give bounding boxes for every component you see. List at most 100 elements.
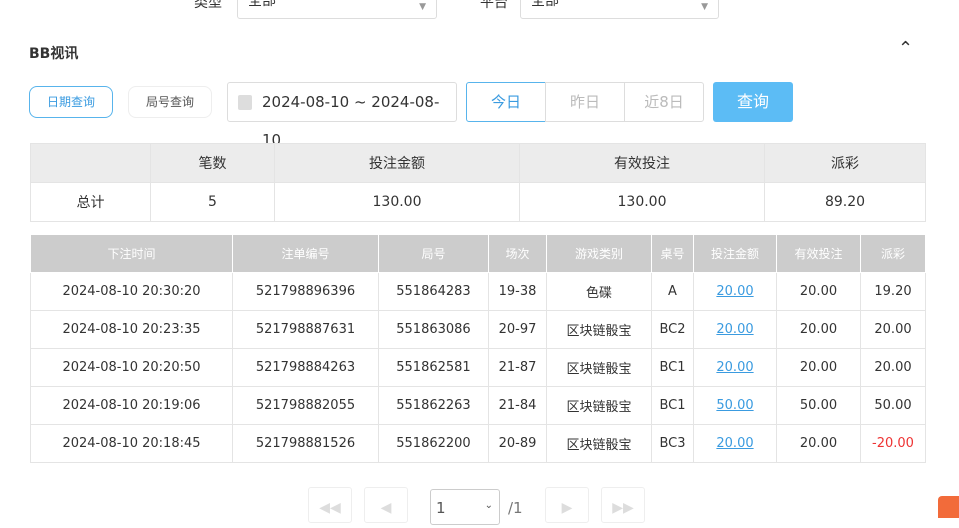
prev-page-button[interactable]: ◀ [364,487,408,523]
summary-header-row: 笔数 投注金额 有效投注 派彩 [30,143,926,183]
cell-value: 区块链骰宝 [566,323,632,339]
cell-value: 551862263 [396,397,471,413]
table-cell: 551862200 [378,423,489,463]
cell-value: 521798884263 [255,359,356,375]
next-page-button[interactable]: ▶ [545,487,589,523]
table-cell: 551864283 [378,271,489,311]
last-page-button[interactable]: ▶▶ [601,487,645,523]
table-cell: 21-87 [488,347,547,387]
cell-value: 20-97 [498,321,537,337]
platform-filter-label: 平台 [480,0,508,11]
table-cell: A [651,271,694,311]
today-button[interactable]: 今日 [466,82,546,122]
table-cell: BC1 [651,385,694,425]
table-cell: 20.00 [776,347,861,387]
table-cell: 区块链骰宝 [546,423,652,463]
table-cell: 551863086 [378,309,489,349]
tab-date-query[interactable]: 日期查询 [29,86,113,118]
cell-value: 区块链骰宝 [566,437,632,453]
bet-amount-link[interactable]: 50.00 [716,398,753,413]
cell-value: 19.20 [874,283,912,299]
table-cell: 20.00 [693,423,777,463]
collapse-chevron-icon[interactable]: ⌃ [898,38,913,59]
summary-header-cell: 笔数 [150,143,275,183]
cell-value: 20.00 [799,283,838,299]
table-cell: 551862263 [378,385,489,425]
summary-header-cell: 有效投注 [519,143,765,183]
cell-value: 21-87 [498,359,537,375]
table-cell: 521798882055 [232,385,379,425]
cell-value: 色碟 [585,285,612,301]
cell-value: 521798882055 [255,397,356,413]
date-range-value: 2024-08-10 ~ 2024-08-10 [262,93,440,149]
table-cell: 19-38 [488,271,547,311]
cell-value: 区块链骰宝 [566,361,632,377]
table-cell: 20.00 [776,309,861,349]
table-cell: 50.00 [776,385,861,425]
table-cell: 521798896396 [232,271,379,311]
summary-cell: 89.20 [764,182,926,222]
table-cell: BC2 [651,309,694,349]
cell-value: 551862200 [396,435,471,451]
cell-value: 2024-08-10 20:20:50 [62,359,201,375]
platform-select[interactable]: 全部 ▼ [520,0,719,19]
details-header-cell: 局号 [378,235,489,273]
first-page-button[interactable]: ◀◀ [308,487,352,523]
table-cell: 20.00 [860,309,926,349]
cell-value: 2024-08-10 20:19:06 [62,397,201,413]
cell-value: 551862581 [396,359,471,375]
page-select[interactable]: 1 ⌄ [430,489,500,525]
cell-value: BC1 [659,359,686,375]
details-header-row: 下注时间 注单编号 局号 场次 游戏类别 桌号 投注金额 有效投注 派彩 [30,235,926,273]
table-cell: 色碟 [546,271,652,311]
cell-value: 50.00 [874,397,912,413]
section-title: BB视讯 [29,46,79,62]
table-cell: 区块链骰宝 [546,309,652,349]
table-row: 2024-08-10 20:19:06 521798882055 551862263… [30,385,926,425]
chevron-down-icon: ⌄ [484,500,493,511]
table-row: 2024-08-10 20:30:20 521798896396 551864283… [30,271,926,311]
cell-value: 2024-08-10 20:18:45 [62,435,201,451]
last-8-days-button[interactable]: 近8日 [624,82,704,122]
cell-value: 20.00 [799,435,838,451]
query-button[interactable]: 查询 [713,82,793,122]
date-range-input[interactable]: 2024-08-10 ~ 2024-08-10 [227,82,457,149]
platform-select-value: 全部 [531,0,559,9]
details-header-cell: 下注时间 [30,235,233,273]
cell-value: 20.00 [874,359,912,375]
cell-value: 区块链骰宝 [566,399,632,415]
cell-value: 2024-08-10 20:23:35 [62,321,201,337]
summary-header-cell: 派彩 [764,143,926,183]
cell-value: 551864283 [396,283,471,299]
cell-value: 521798896396 [255,283,356,299]
bet-amount-link[interactable]: 20.00 [716,360,753,375]
tab-round-query[interactable]: 局号查询 [128,86,212,118]
summary-table: 笔数 投注金额 有效投注 派彩 总计 5 130.00 130.00 89.20 [30,143,926,222]
details-header-cell: 游戏类别 [546,235,652,273]
bet-amount-link[interactable]: 20.00 [716,284,753,299]
table-cell: 20-89 [488,423,547,463]
details-header-cell: 场次 [488,235,547,273]
table-cell: 20-97 [488,309,547,349]
yesterday-button[interactable]: 昨日 [545,82,625,122]
table-cell: 20.00 [776,423,861,463]
table-cell: 2024-08-10 20:20:50 [30,347,233,387]
cell-value: 21-84 [498,397,537,413]
type-filter-label: 类型 [194,0,222,11]
bet-amount-link[interactable]: 20.00 [716,322,753,337]
summary-header-cell [30,143,151,183]
type-select[interactable]: 全部 ▼ [237,0,437,19]
summary-total-row: 总计 5 130.00 130.00 89.20 [30,182,926,222]
table-cell: 区块链骰宝 [546,385,652,425]
table-cell: 521798881526 [232,423,379,463]
details-header-cell: 投注金额 [693,235,777,273]
details-header-cell: 注单编号 [232,235,379,273]
bet-details-table: 下注时间 注单编号 局号 场次 游戏类别 桌号 投注金额 有效投注 派彩 2024-08-10 2… [30,235,926,463]
table-cell: 20.00 [860,347,926,387]
table-cell: BC3 [651,423,694,463]
bet-amount-link[interactable]: 20.00 [716,436,753,451]
table-cell: BC1 [651,347,694,387]
table-cell: 2024-08-10 20:30:20 [30,271,233,311]
page-select-value: 1 [436,499,446,517]
table-cell: 521798887631 [232,309,379,349]
